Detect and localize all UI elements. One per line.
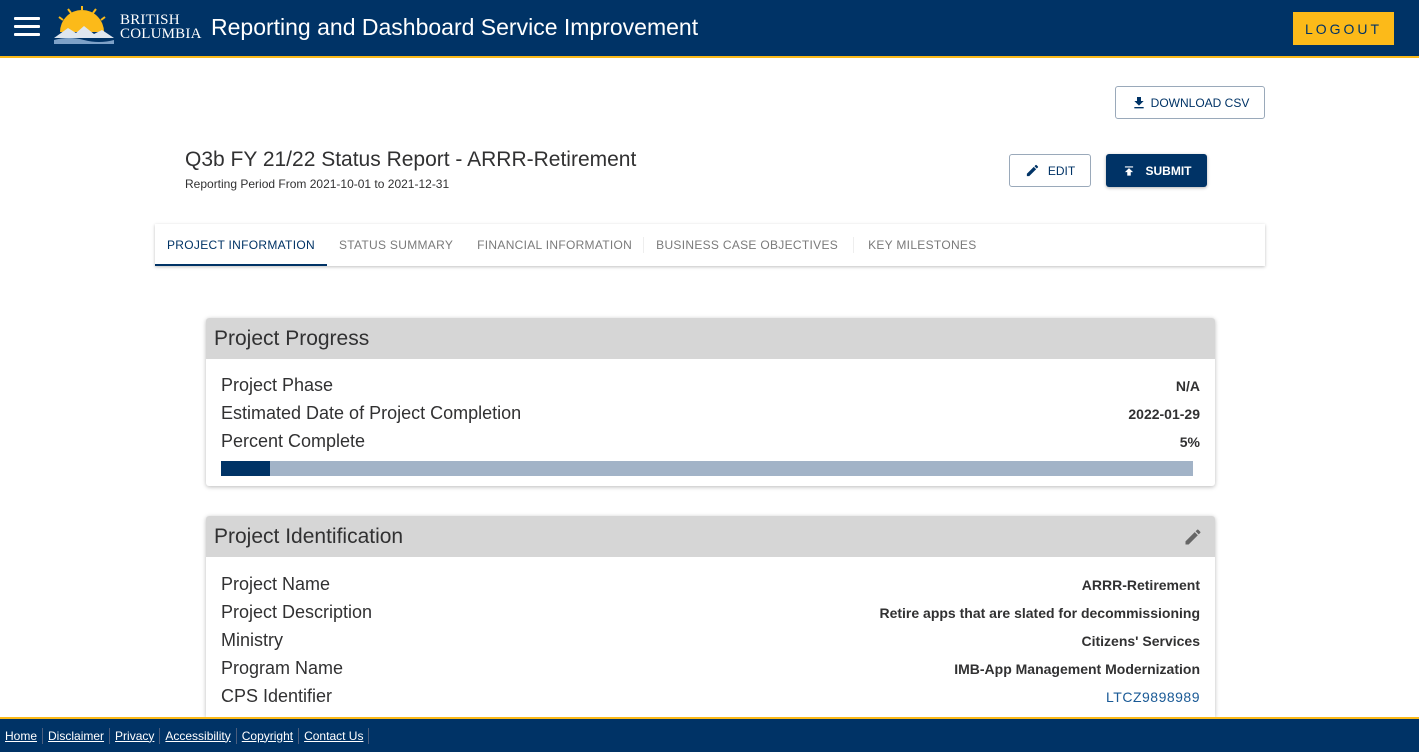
tab-project-information[interactable]: PROJECT INFORMATION — [155, 224, 327, 266]
tab-label: KEY MILESTONES — [868, 238, 977, 252]
cps-identifier-label: CPS Identifier — [221, 686, 333, 706]
upload-icon — [1124, 165, 1133, 176]
tab-key-milestones[interactable]: KEY MILESTONES — [854, 224, 988, 266]
tab-status-summary[interactable]: STATUS SUMMARY — [327, 224, 465, 266]
pencil-icon — [1026, 164, 1038, 177]
field-row: Project Name ARRR-Retirement — [221, 574, 1200, 602]
tab-label: STATUS SUMMARY — [338, 238, 454, 252]
field-row: Ministry Citizens' Services — [221, 630, 1200, 658]
edit-label: EDIT — [1047, 163, 1076, 178]
completion-date-value: 2022-01-29 — [1128, 406, 1200, 422]
footer-link-copyright[interactable]: Copyright — [237, 727, 300, 744]
project-phase-value: N/A — [1175, 378, 1200, 394]
footer-link-accessibility[interactable]: Accessibility — [160, 727, 237, 744]
project-description-value: Retire apps that are slated for decommis… — [879, 605, 1200, 621]
report-title: Q3b FY 21/22 Status Report - ARRR-Retire… — [185, 148, 637, 171]
edit-pencil-icon[interactable] — [1183, 527, 1203, 553]
tab-financial-information[interactable]: FINANCIAL INFORMATION — [465, 224, 645, 266]
project-phase-label: Project Phase — [221, 375, 334, 395]
ministry-value: Citizens' Services — [1081, 633, 1200, 649]
field-row: Estimated Date of Project Completion 202… — [221, 403, 1200, 431]
completion-date-label: Estimated Date of Project Completion — [221, 403, 522, 423]
percent-complete-value: 5% — [1179, 434, 1200, 450]
footer-link-contact-us[interactable]: Contact Us — [299, 727, 370, 744]
program-name-label: Program Name — [221, 658, 344, 678]
card-header: Project Progress — [206, 318, 1215, 359]
download-csv-button[interactable]: DOWNLOAD CSV — [1115, 86, 1265, 119]
app-title: Reporting and Dashboard Service Improvem… — [211, 14, 699, 40]
project-progress-card: Project Progress Project Phase N/A Estim… — [206, 318, 1215, 486]
download-icon — [1133, 96, 1144, 108]
tab-business-case-objectives[interactable]: BUSINESS CASE OBJECTIVES — [644, 224, 855, 266]
edit-button[interactable]: EDIT — [1009, 154, 1091, 187]
app-footer: Home Disclaimer Privacy Accessibility Co… — [0, 717, 1419, 752]
reporting-period: Reporting Period From 2021-10-01 to 2021… — [185, 177, 450, 191]
project-identification-card: Project Identification Project Name ARRR… — [206, 516, 1215, 717]
field-row: Percent Complete 5% — [221, 431, 1200, 459]
download-csv-label: DOWNLOAD CSV — [1150, 95, 1250, 110]
footer-link-privacy[interactable]: Privacy — [110, 727, 161, 744]
program-name-value: IMB-App Management Modernization — [954, 661, 1200, 677]
footer-link-disclaimer[interactable]: Disclaimer — [43, 727, 111, 744]
field-row: Project Description Retire apps that are… — [221, 602, 1200, 630]
percent-complete-label: Percent Complete — [221, 431, 366, 451]
card-title: Project Progress — [214, 326, 370, 350]
project-name-label: Project Name — [221, 574, 331, 594]
submit-button[interactable]: SUBMIT — [1106, 154, 1207, 187]
tab-label: BUSINESS CASE OBJECTIVES — [656, 238, 839, 252]
report-tabs: PROJECT INFORMATION STATUS SUMMARY FINAN… — [155, 224, 1265, 266]
field-row: Program Name IMB-App Management Moderniz… — [221, 658, 1200, 686]
progress-bar-fill — [221, 461, 270, 476]
field-row: CPS Identifier LTCZ9898989 — [221, 686, 1200, 714]
project-description-label: Project Description — [221, 602, 373, 622]
app-header: BRITISH COLUMBIA Reporting and Dashboard… — [0, 0, 1419, 58]
progress-bar — [221, 461, 1193, 476]
logo-text-line2: COLUMBIA — [120, 26, 202, 42]
logo-text-line1: BRITISH — [120, 12, 180, 28]
bc-government-logo[interactable]: BRITISH COLUMBIA — [54, 6, 201, 46]
tab-label: PROJECT INFORMATION — [167, 238, 315, 252]
card-header: Project Identification — [206, 516, 1215, 557]
project-name-value: ARRR-Retirement — [1081, 577, 1200, 593]
hamburger-menu-icon[interactable] — [14, 17, 40, 39]
cps-identifier-value: LTCZ9898989 — [1106, 689, 1200, 705]
ministry-label: Ministry — [221, 630, 283, 650]
submit-label: SUBMIT — [1145, 163, 1192, 178]
field-row: Project Phase N/A — [221, 375, 1200, 403]
footer-link-home[interactable]: Home — [0, 727, 44, 744]
tab-label: FINANCIAL INFORMATION — [477, 238, 633, 252]
logout-button[interactable]: LOGOUT — [1293, 12, 1394, 45]
card-title: Project Identification — [214, 524, 404, 548]
bc-sun-mountain-icon — [54, 6, 114, 44]
